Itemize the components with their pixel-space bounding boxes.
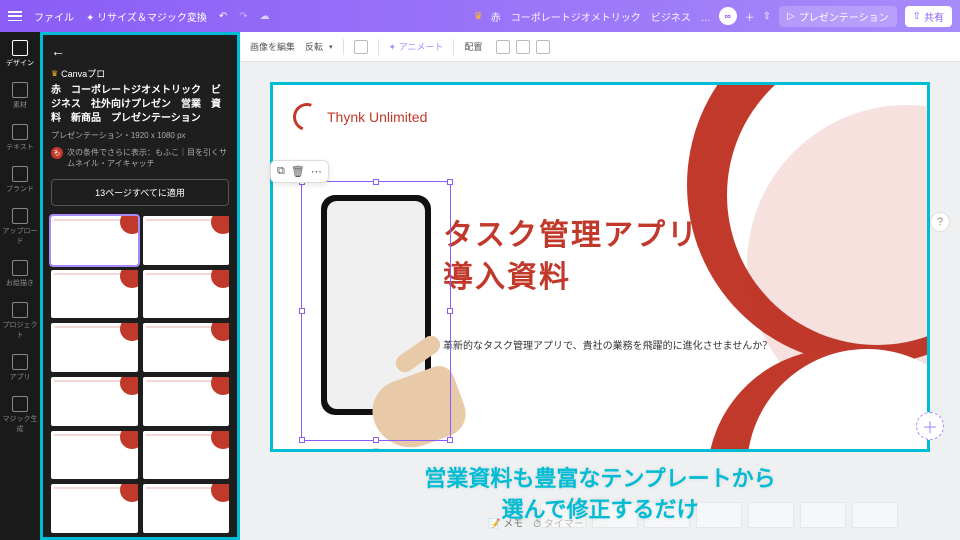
rotate-handle-icon[interactable]: ⟳	[368, 448, 384, 452]
rail-elements[interactable]: 素材	[0, 82, 40, 110]
file-menu[interactable]: ファイル	[34, 9, 74, 24]
document-title[interactable]: 赤 コーポレートジオメトリック ビジネス 社外向けプレ...	[491, 9, 711, 24]
page-thumb[interactable]	[51, 216, 138, 265]
strip-thumb[interactable]	[748, 502, 794, 528]
template-meta: プレゼンテーション・1920 x 1080 px	[51, 130, 229, 141]
slide-subtext[interactable]: 革新的なタスク管理アプリで、貴社の業務を飛躍的に進化させませんか？	[443, 337, 772, 352]
slide-canvas[interactable]: Thynk Unlimited タスク管理アプリ導入資料 革新的なタスク管理アプ…	[270, 82, 930, 452]
animate-button[interactable]: ✦ アニメート	[389, 40, 444, 53]
slide-logo[interactable]: Thynk Unlimited	[293, 103, 427, 131]
add-icon[interactable]: ＋	[745, 9, 755, 24]
strip-thumb[interactable]	[852, 502, 898, 528]
page-thumb[interactable]	[51, 270, 138, 319]
page-thumb[interactable]	[51, 377, 138, 426]
edit-image-button[interactable]: 画像を編集	[250, 40, 295, 53]
analytics-icon[interactable]: ⇧	[763, 11, 771, 22]
page-thumb[interactable]	[143, 323, 230, 372]
page-thumb[interactable]	[51, 484, 138, 533]
strip-thumb[interactable]	[800, 502, 846, 528]
page-thumb[interactable]	[143, 270, 230, 319]
crown-icon: ♛	[474, 11, 483, 22]
page-thumb[interactable]	[143, 377, 230, 426]
link-icon[interactable]	[536, 40, 550, 54]
context-toolbar: 画像を編集 反転▾ ✦ アニメート 配置	[240, 32, 960, 62]
delete-icon[interactable]: 🗑	[291, 165, 305, 178]
back-button[interactable]: ←	[51, 43, 229, 59]
rail-magic[interactable]: マジック生成	[0, 396, 40, 434]
strip-thumb[interactable]	[696, 502, 742, 528]
more-icon[interactable]: ⋯	[311, 165, 322, 178]
rail-draw[interactable]: お絵描き	[0, 260, 40, 288]
selection-box[interactable]: ⟳	[301, 181, 451, 441]
template-condition[interactable]: も次の条件でさらに表示：もふこ｜目を引くサムネイル・アイキャッチ	[51, 147, 229, 169]
menu-icon[interactable]	[8, 11, 22, 21]
canvas-area: 画像を編集 反転▾ ✦ アニメート 配置 Thynk Unlimited タスク…	[240, 32, 960, 540]
template-pages-grid	[51, 216, 229, 533]
page-thumb[interactable]	[143, 216, 230, 265]
strip-thumb[interactable]	[644, 502, 690, 528]
top-bar: ファイル ✦ リサイズ＆マジック変換 ↶ ↷ ☁ ♛ 赤 コーポレートジオメトリ…	[0, 0, 960, 32]
help-icon[interactable]: ?	[930, 212, 950, 232]
cloud-sync-icon: ☁	[260, 11, 270, 22]
page-thumb[interactable]	[143, 431, 230, 480]
share-button[interactable]: ⇧ 共有	[905, 6, 952, 27]
notes-button[interactable]: 📝 メモ	[488, 515, 523, 530]
rail-upload[interactable]: アップロード	[0, 208, 40, 246]
undo-icon[interactable]: ↶	[219, 11, 227, 22]
avatar[interactable]: ∞	[719, 7, 737, 25]
page-strip	[540, 502, 940, 534]
pro-badge: ♛Canvaプロ	[51, 67, 229, 80]
apply-all-button[interactable]: 13ページすべてに適用	[51, 179, 229, 206]
logo-ring-icon	[288, 98, 325, 135]
rail-text[interactable]: テキスト	[0, 124, 40, 152]
rail-brand[interactable]: ブランド	[0, 166, 40, 194]
flip-button[interactable]: 反転	[305, 40, 323, 53]
slide-heading[interactable]: タスク管理アプリ導入資料	[443, 215, 699, 299]
page-thumb[interactable]	[51, 323, 138, 372]
resize-menu[interactable]: ✦ リサイズ＆マジック変換	[86, 9, 207, 24]
strip-thumb[interactable]	[592, 502, 638, 528]
template-title: 赤 コーポレートジオメトリック ビジネス 社外向けプレゼン 営業 資料 新商品 …	[51, 84, 229, 126]
rail-projects[interactable]: プロジェクト	[0, 302, 40, 340]
lock-icon[interactable]	[516, 40, 530, 54]
transparency-icon[interactable]	[496, 40, 510, 54]
left-rail: デザイン 素材 テキスト ブランド アップロード お絵描き プロジェクト アプリ…	[0, 32, 40, 540]
add-page-fab[interactable]: ＋	[916, 412, 944, 440]
redo-icon[interactable]: ↷	[239, 11, 247, 22]
present-button[interactable]: ▷ プレゼンテーション	[779, 6, 897, 27]
template-panel: ← ♛Canvaプロ 赤 コーポレートジオメトリック ビジネス 社外向けプレゼン…	[40, 32, 240, 540]
duplicate-icon[interactable]: ⧉	[277, 165, 285, 178]
rail-design[interactable]: デザイン	[0, 40, 40, 68]
position-button[interactable]: 配置	[464, 40, 482, 53]
page-thumb[interactable]	[143, 484, 230, 533]
page-thumb[interactable]	[51, 431, 138, 480]
crop-icon[interactable]	[354, 40, 368, 54]
floating-element-toolbar: ⧉ 🗑 ⋯	[270, 160, 329, 183]
rail-apps[interactable]: アプリ	[0, 354, 40, 382]
strip-thumb[interactable]	[540, 502, 586, 528]
